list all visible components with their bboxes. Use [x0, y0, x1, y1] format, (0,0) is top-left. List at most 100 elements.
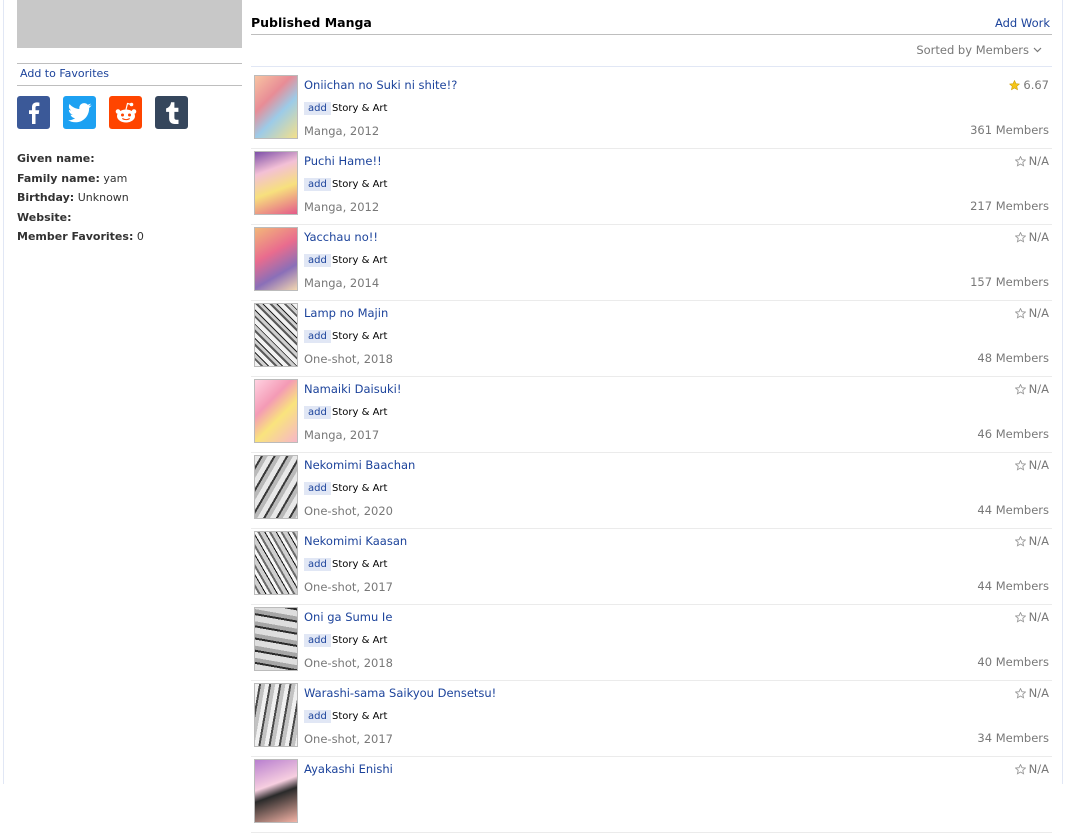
add-work-link[interactable]: Add Work — [995, 16, 1050, 30]
cover-thumbnail[interactable] — [254, 303, 298, 367]
manga-entry: Puchi Hame!! add Story & Art Manga, 2012 N/A… — [251, 149, 1052, 225]
cover-thumbnail[interactable] — [254, 227, 298, 291]
sort-dropdown[interactable]: Sorted by Members — [916, 43, 1042, 57]
star-outline-icon — [1014, 459, 1026, 471]
manga-entry: Lamp no Majin add Story & Art One-shot, 201… — [251, 301, 1052, 377]
main-content: Published Manga Add Work Sorted by Membe… — [251, 0, 1052, 833]
star-outline-icon — [1014, 383, 1026, 395]
type-year: Manga, 2012 — [304, 124, 380, 138]
cover-thumbnail[interactable] — [254, 75, 298, 139]
manga-entry: Ayakashi Enishi N/A — [251, 757, 1052, 833]
star-outline-icon — [1014, 231, 1026, 243]
add-to-list-button[interactable]: add — [304, 634, 331, 647]
score: N/A — [1014, 686, 1049, 700]
score: N/A — [1014, 382, 1049, 396]
score: N/A — [1014, 154, 1049, 168]
score: N/A — [1014, 534, 1049, 548]
type-year: Manga, 2012 — [304, 200, 380, 214]
add-to-list-button[interactable]: add — [304, 178, 331, 191]
manga-title-link[interactable]: Lamp no Majin — [304, 306, 388, 320]
manga-entry: Namaiki Daisuki! add Story & Art Manga, 201… — [251, 377, 1052, 453]
manga-entry: Oni ga Sumu Ie add Story & Art One-shot, 20… — [251, 605, 1052, 681]
sidebar: Add to Favorites Given name: Family name… — [17, 0, 242, 247]
manga-entry: Nekomimi Baachan add Story & Art One-shot, … — [251, 453, 1052, 529]
family-name-row: Family name: yam — [17, 171, 128, 185]
role-label: Story & Art — [332, 103, 388, 114]
manga-entry: Warashi-sama Saikyou Densetsu! add Story &… — [251, 681, 1052, 757]
add-to-list-button[interactable]: add — [304, 254, 331, 267]
manga-title-link[interactable]: Ayakashi Enishi — [304, 762, 393, 776]
star-outline-icon — [1014, 535, 1026, 547]
cover-thumbnail[interactable] — [254, 683, 298, 747]
role-label: Story & Art — [332, 179, 388, 190]
manga-title-link[interactable]: Nekomimi Kaasan — [304, 534, 407, 548]
cover-thumbnail[interactable] — [254, 455, 298, 519]
manga-title-link[interactable]: Puchi Hame!! — [304, 154, 382, 168]
score: N/A — [1014, 610, 1049, 624]
role-label: Story & Art — [332, 711, 388, 722]
score: N/A — [1014, 762, 1049, 776]
favorites-bar: Add to Favorites — [17, 63, 242, 86]
birthday-row: Birthday: Unknown — [17, 191, 129, 205]
manga-title-link[interactable]: Oniichan no Suki ni shite!? — [304, 78, 457, 92]
add-to-list-button[interactable]: add — [304, 102, 331, 115]
add-to-list-button[interactable]: add — [304, 482, 331, 495]
member-favorites-row: Member Favorites: 0 — [17, 230, 144, 244]
score-value: N/A — [1028, 458, 1049, 472]
score-value: N/A — [1028, 762, 1049, 776]
twitter-share-button[interactable] — [63, 96, 96, 129]
sort-label: Sorted by Members — [916, 43, 1029, 57]
manga-title-link[interactable]: Namaiki Daisuki! — [304, 382, 401, 396]
reddit-share-button[interactable] — [109, 96, 142, 129]
cover-thumbnail[interactable] — [254, 607, 298, 671]
cover-thumbnail[interactable] — [254, 531, 298, 595]
score-value: 6.67 — [1023, 78, 1049, 92]
twitter-icon — [67, 102, 92, 122]
member-count: 46 Members — [977, 427, 1049, 441]
score: 6.67 — [1009, 78, 1049, 92]
member-count: 34 Members — [977, 731, 1049, 745]
tumblr-share-button[interactable] — [155, 96, 188, 129]
reddit-icon — [115, 102, 136, 122]
facebook-icon — [28, 101, 39, 124]
facebook-share-button[interactable] — [17, 96, 50, 129]
type-year: One-shot, 2018 — [304, 352, 393, 366]
member-count: 44 Members — [977, 579, 1049, 593]
manga-title-link[interactable]: Oni ga Sumu Ie — [304, 610, 392, 624]
cover-thumbnail[interactable] — [254, 379, 298, 443]
role-label: Story & Art — [332, 635, 388, 646]
member-count: 48 Members — [977, 351, 1049, 365]
cover-thumbnail[interactable] — [254, 151, 298, 215]
add-to-list-button[interactable]: add — [304, 558, 331, 571]
role-label: Story & Art — [332, 255, 388, 266]
page-frame-right — [1062, 0, 1063, 784]
star-outline-icon — [1014, 763, 1026, 775]
add-to-favorites-link[interactable]: Add to Favorites — [17, 64, 242, 80]
type-year: Manga, 2017 — [304, 428, 380, 442]
section-header: Published Manga Add Work — [251, 0, 1052, 35]
page-frame-left — [3, 0, 4, 784]
score: N/A — [1014, 306, 1049, 320]
add-to-list-button[interactable]: add — [304, 330, 331, 343]
role-label: Story & Art — [332, 407, 388, 418]
profile-image-placeholder — [17, 0, 242, 48]
section-title: Published Manga — [251, 15, 372, 30]
manga-entry: Oniichan no Suki ni shite!? add Story & Ar… — [251, 73, 1052, 149]
add-to-list-button[interactable]: add — [304, 406, 331, 419]
cover-thumbnail[interactable] — [254, 759, 298, 823]
member-count: 44 Members — [977, 503, 1049, 517]
score: N/A — [1014, 230, 1049, 244]
manga-title-link[interactable]: Nekomimi Baachan — [304, 458, 415, 472]
type-year: One-shot, 2017 — [304, 580, 393, 594]
star-outline-icon — [1014, 155, 1026, 167]
score-value: N/A — [1028, 382, 1049, 396]
given-name-row: Given name: — [17, 152, 95, 165]
star-filled-icon — [1009, 79, 1021, 90]
manga-title-link[interactable]: Yacchau no!! — [304, 230, 378, 244]
star-outline-icon — [1014, 611, 1026, 623]
type-year: One-shot, 2018 — [304, 656, 393, 670]
star-outline-icon — [1014, 307, 1026, 319]
manga-list: Oniichan no Suki ni shite!? add Story & Ar… — [251, 73, 1052, 833]
add-to-list-button[interactable]: add — [304, 710, 331, 723]
manga-title-link[interactable]: Warashi-sama Saikyou Densetsu! — [304, 686, 496, 700]
